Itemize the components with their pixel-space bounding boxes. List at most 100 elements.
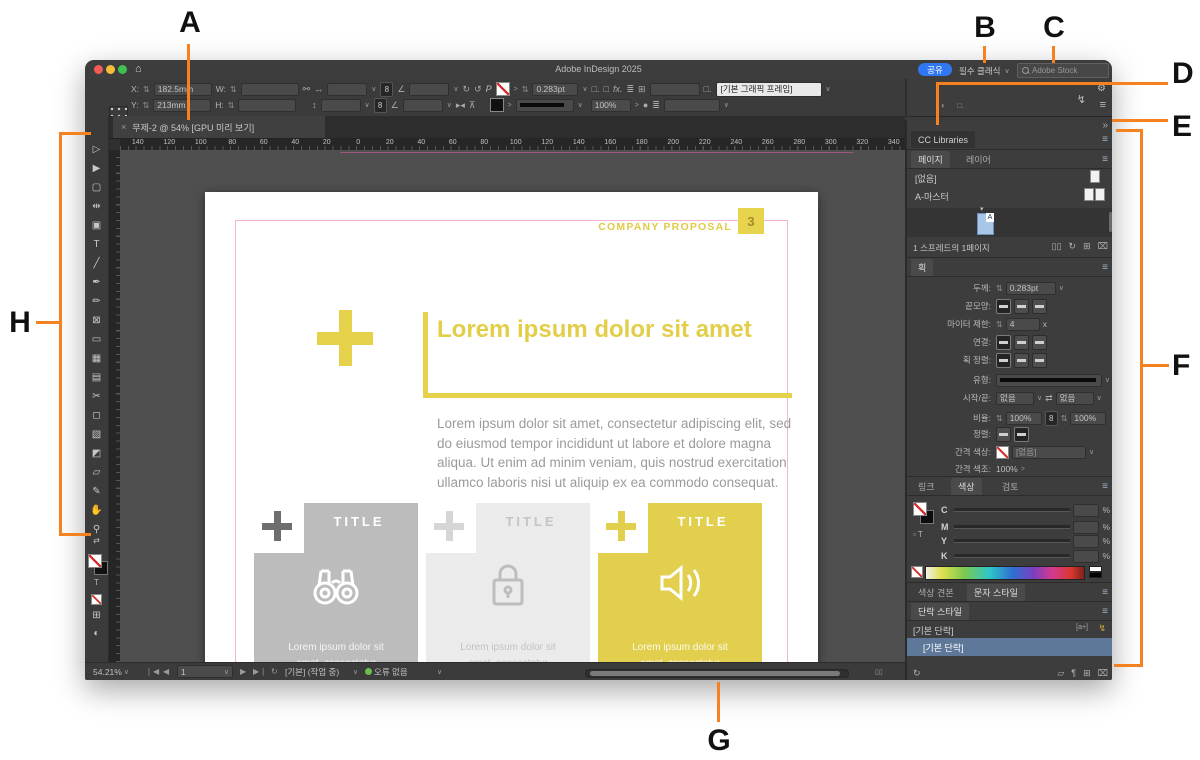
pages-panel-menu-icon[interactable]: ≡ [1102, 154, 1108, 165]
fill-color-swatch[interactable] [490, 98, 504, 112]
delete-style-icon[interactable]: ⌧ [1098, 668, 1108, 679]
tab-links[interactable]: 링크 [911, 478, 942, 495]
color-panel-menu-icon[interactable]: ≡ [1102, 481, 1108, 492]
tab-paragraph-styles[interactable]: 단락 스타일 [911, 603, 969, 620]
tab-swatches[interactable]: 색상 견본 [911, 584, 961, 601]
blend-circle-icon[interactable]: ● [643, 101, 648, 110]
y-stepper-icon[interactable]: ⇅ [143, 101, 150, 110]
next-page-button[interactable]: ▶ [240, 665, 246, 678]
stroke-type-dropdown[interactable] [516, 99, 574, 112]
more-icon[interactable]: > [514, 86, 518, 93]
cyan-slider[interactable] [954, 508, 1070, 512]
gap-tool-button[interactable]: ⇹ [85, 197, 108, 216]
apply-none-swatch[interactable] [91, 594, 102, 605]
h-stepper-icon[interactable]: ⇅ [228, 101, 235, 110]
opacity-field[interactable]: 100% [591, 99, 631, 112]
select-container-icon[interactable]: P [486, 85, 492, 94]
scale-start-field[interactable]: 100% [1006, 412, 1042, 425]
cc-libraries-menu-icon[interactable]: ≡ [1102, 134, 1108, 145]
pencil-tool-button[interactable]: ✏ [85, 292, 108, 311]
chevron-down-icon[interactable]: ∨ [582, 85, 587, 93]
tab-character-styles[interactable]: 문자 스타일 [967, 584, 1025, 601]
fill-swatch[interactable] [913, 502, 927, 516]
yellow-slider[interactable] [954, 539, 1070, 543]
style-group-icon[interactable]: ▱ [1057, 668, 1064, 679]
effects-icon[interactable]: fx. [613, 85, 623, 94]
black-swatch[interactable] [1089, 572, 1102, 578]
note-tool-button[interactable]: ▱ [85, 463, 108, 482]
horizontal-scrollbar[interactable] [585, 669, 849, 678]
stroke-weight-field[interactable]: 0.283pt [1006, 282, 1056, 295]
text-wrap-icon[interactable]: ≣ [652, 101, 660, 110]
chevron-down-icon[interactable]: ∨ [724, 101, 729, 109]
more-icon[interactable]: > [1021, 466, 1025, 473]
black-slider[interactable] [954, 554, 1070, 558]
preflight-lightning-icon[interactable]: ↯ [1077, 93, 1086, 106]
vertical-ruler[interactable]: 0204060801001201401601802002202402602803… [108, 150, 120, 662]
first-page-button[interactable]: ∣◀ [147, 665, 159, 678]
previous-page-button[interactable]: ◀ [163, 665, 169, 678]
miter-join-button[interactable] [996, 335, 1011, 350]
update-style-icon[interactable]: ↻ [913, 668, 921, 679]
rotation-angle-field[interactable] [409, 83, 449, 96]
black-field[interactable] [1073, 550, 1099, 563]
content-collector-tool-button[interactable]: ▣ [85, 216, 108, 235]
stepper-icon[interactable]: ⇅ [996, 414, 1003, 423]
zoom-level-dropdown[interactable]: 54.21% ∨ [93, 665, 129, 678]
chevron-down-icon[interactable]: ∨ [1089, 448, 1094, 456]
chevron-down-icon[interactable]: ∨ [826, 85, 831, 93]
page-thumbnail[interactable]: A [977, 213, 994, 235]
chevron-down-icon[interactable]: ∨ [1037, 394, 1042, 402]
cyan-field[interactable] [1073, 504, 1099, 517]
workspace-switcher[interactable]: 필수 클래식 ∨ [959, 65, 1010, 77]
butt-cap-button[interactable] [996, 299, 1011, 314]
preflight-status[interactable]: 오류 없음 [365, 665, 408, 678]
magenta-field[interactable] [1073, 521, 1099, 534]
tab-pages[interactable]: 페이지 [911, 151, 950, 168]
shear-angle-field[interactable] [403, 99, 443, 112]
arrow-align-end-button[interactable] [1014, 427, 1029, 442]
chevron-down-icon[interactable]: ∨ [1097, 394, 1102, 402]
free-transform-tool-button[interactable]: ◻ [85, 406, 108, 425]
type-tool-button[interactable]: T [85, 235, 108, 254]
constrain-scale-icon[interactable]: 8 [380, 82, 393, 97]
round-cap-button[interactable] [1014, 299, 1029, 314]
preview-mode-icon[interactable]: ◐ [941, 101, 946, 110]
stepper-icon[interactable]: ⇅ [996, 284, 1003, 293]
none-color-swatch[interactable] [911, 566, 923, 578]
stroke-color-swatch[interactable] [496, 82, 510, 96]
tab-layers[interactable]: 레이어 [959, 151, 998, 168]
selection-tool-button[interactable]: ▷ [85, 140, 108, 159]
scale-x-field[interactable] [327, 83, 367, 96]
panel-scrollbar[interactable] [1109, 212, 1112, 232]
w-stepper-icon[interactable]: ⇅ [230, 85, 237, 94]
pen-tool-button[interactable]: ✒ [85, 273, 108, 292]
align-center-button[interactable] [996, 353, 1011, 368]
stroke-weight-stepper-icon[interactable]: ⇅ [522, 85, 529, 94]
last-page-button[interactable]: ▶∣ [253, 665, 265, 678]
align-outside-button[interactable] [1032, 353, 1047, 368]
basic-paragraph-item[interactable]: [기본 단락] [913, 624, 954, 637]
hand-tool-button[interactable]: ✋ [85, 501, 108, 520]
rotate-ccw-icon[interactable]: ↺ [474, 85, 482, 94]
line-tool-button[interactable]: ╱ [85, 254, 108, 273]
horizontal-ruler[interactable]: 1401201008060402002040608010012014016018… [120, 138, 905, 150]
align-inside-button[interactable] [1014, 353, 1029, 368]
color-spectrum-bar[interactable] [925, 566, 1085, 580]
formatting-affects-text-icon[interactable]: T [85, 578, 108, 587]
constrain-scale-icon[interactable]: 8 [374, 98, 387, 113]
y-field[interactable]: 213mm [153, 99, 211, 112]
rotate-cw-icon[interactable]: ↻ [463, 85, 471, 94]
rectangle-tool-button[interactable]: ▭ [85, 330, 108, 349]
magenta-slider[interactable] [954, 525, 1070, 529]
swap-start-end-icon[interactable]: ⇄ [1045, 394, 1053, 403]
scrollbar-thumb[interactable] [590, 671, 840, 676]
swatches-menu-icon[interactable]: ≡ [1102, 587, 1108, 598]
stroke-type-dropdown[interactable] [996, 374, 1102, 387]
chevron-down-icon[interactable]: ∨ [453, 85, 458, 93]
more-icon[interactable]: > [508, 102, 512, 109]
arrow-align-start-button[interactable] [996, 427, 1011, 442]
scale-y-field[interactable] [321, 99, 361, 112]
gap-color-dropdown[interactable]: [없음] [1012, 446, 1086, 459]
wrap-dropdown[interactable] [664, 99, 720, 112]
